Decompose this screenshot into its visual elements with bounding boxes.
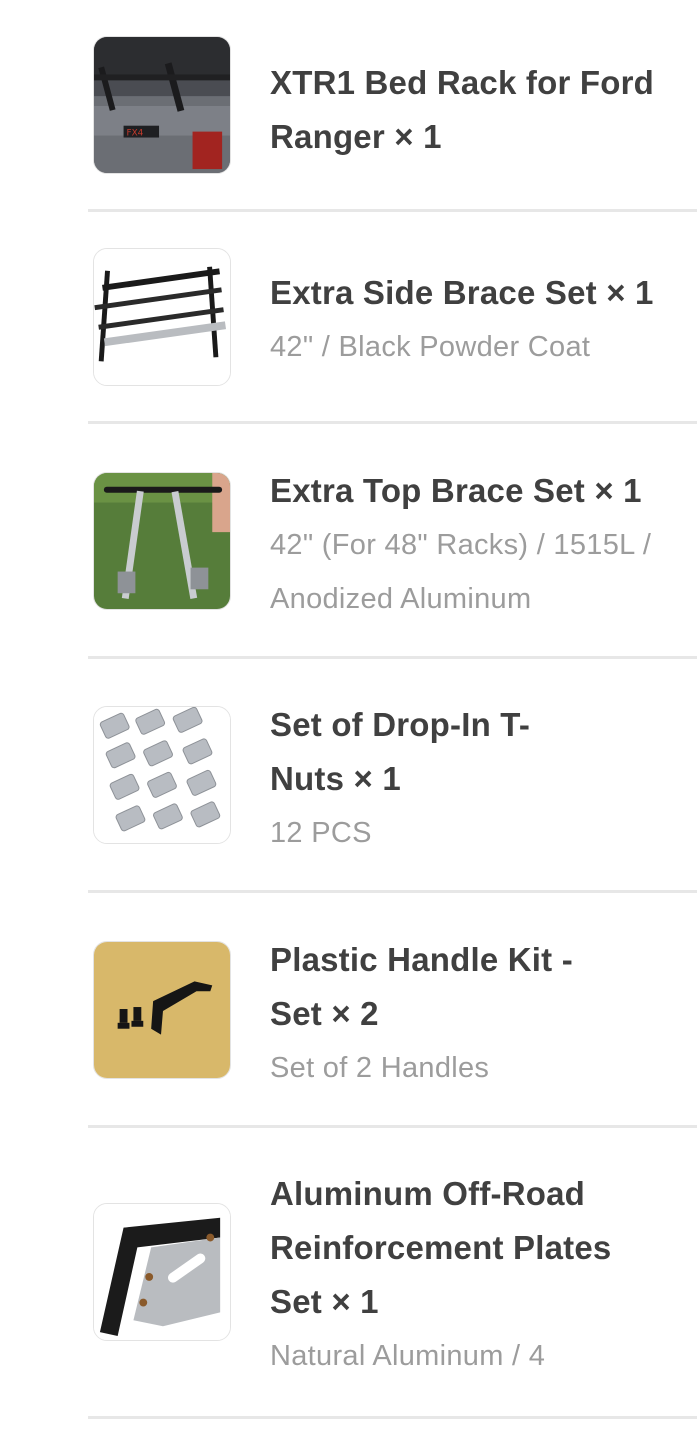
item-variant: Set of 2 Handles [270,1052,490,1084]
t-nuts-photo-icon[interactable] [93,706,231,844]
reinforcement-plate-photo-icon[interactable] [93,1203,231,1341]
divider [88,1125,697,1128]
item-text: XTR1 Bed Rack for Ford Ranger × 1 [270,56,697,164]
item-title: Set × 2 [270,995,379,1032]
item-variant: Natural Aluminum / 4 [270,1340,546,1372]
cart-item-t-nuts[interactable]: Set of Drop-In T- Nuts × 1 12 PCS [88,706,697,856]
side-brace-photo-icon[interactable] [93,248,231,386]
item-variant: 42" / Black Powder Coat [270,331,591,363]
divider [88,421,697,424]
divider [88,890,697,893]
item-title: Extra Side Brace Set × 1 [270,274,654,311]
divider [88,656,697,659]
item-title: XTR1 Bed Rack for Ford [270,64,654,101]
cart-item-xtr1-bed-rack[interactable]: FX4 XTR1 Bed Rack for Ford Ranger × 1 [88,36,697,186]
item-text: Aluminum Off-Road Reinforcement Plates S… [270,1167,697,1383]
item-title: Nuts × 1 [270,760,401,797]
item-variant: 42" (For 48" Racks) / 1515L / [270,529,652,561]
item-text: Extra Side Brace Set × 1 42" / Black Pow… [270,266,697,374]
item-text: Set of Drop-In T- Nuts × 1 12 PCS [270,698,697,860]
cart-item-side-brace[interactable]: Extra Side Brace Set × 1 42" / Black Pow… [88,248,697,398]
item-title: Set × 1 [270,1283,379,1320]
item-variant: Anodized Aluminum [270,583,532,615]
item-title: Reinforcement Plates [270,1229,612,1266]
handle-kit-photo-icon[interactable] [93,941,231,1079]
item-title: Aluminum Off-Road [270,1175,586,1212]
item-title: Set of Drop-In T- [270,706,531,743]
item-title: Ranger × 1 [270,118,442,155]
item-text: Extra Top Brace Set × 1 42" (For 48" Rac… [270,464,697,626]
item-title: Extra Top Brace Set × 1 [270,472,642,509]
cart-item-top-brace[interactable]: Extra Top Brace Set × 1 42" (For 48" Rac… [88,472,697,622]
item-title: Plastic Handle Kit - [270,941,573,978]
truck-bed-rack-photo-icon[interactable]: FX4 [93,36,231,174]
divider [88,1416,697,1419]
divider [88,209,697,212]
svg-text:FX4: FX4 [127,129,144,139]
item-variant: 12 PCS [270,817,372,849]
cart-item-reinforcement-plates[interactable]: Aluminum Off-Road Reinforcement Plates S… [88,1175,697,1372]
top-brace-photo-icon[interactable] [93,472,231,610]
cart-item-handle-kit[interactable]: Plastic Handle Kit - Set × 2 Set of 2 Ha… [88,941,697,1091]
item-text: Plastic Handle Kit - Set × 2 Set of 2 Ha… [270,933,697,1095]
